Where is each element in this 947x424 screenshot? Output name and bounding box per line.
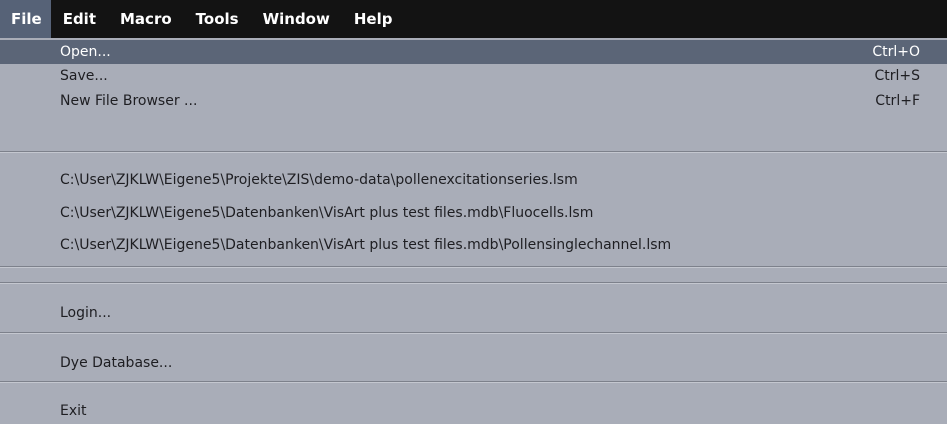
new-file-browser-shortcut: Ctrl+F [875, 93, 920, 109]
save-label: Save... [60, 68, 108, 84]
recent-file-3-label: C:\User\ZJKLW\Eigene5\Datenbanken\VisArt… [60, 237, 672, 253]
menu-separator [0, 266, 947, 268]
recent-file-2-label: C:\User\ZJKLW\Eigene5\Datenbanken\VisArt… [60, 205, 594, 221]
save-shortcut: Ctrl+S [874, 68, 920, 84]
menu-item-dye-database[interactable]: Dye Database... [0, 350, 947, 376]
menu-edit[interactable]: Edit [51, 0, 108, 38]
menu-item-exit[interactable]: Exit [0, 398, 947, 420]
menu-item-recent-file-1[interactable]: C:\User\ZJKLW\Eigene5\Projekte\ZIS\demo-… [0, 168, 947, 192]
menu-item-save[interactable]: Save... Ctrl+S [0, 64, 947, 88]
menu-item-login[interactable]: Login... [0, 300, 947, 326]
open-shortcut: Ctrl+O [872, 44, 920, 60]
dye-database-label: Dye Database... [60, 355, 173, 371]
menu-separator [0, 381, 947, 383]
menu-help[interactable]: Help [342, 0, 405, 38]
menu-separator [0, 332, 947, 334]
menu-item-recent-file-2[interactable]: C:\User\ZJKLW\Eigene5\Datenbanken\VisArt… [0, 201, 947, 225]
login-label: Login... [60, 305, 112, 321]
exit-label: Exit [60, 403, 87, 419]
menu-file[interactable]: File [0, 0, 51, 38]
recent-file-1-label: C:\User\ZJKLW\Eigene5\Projekte\ZIS\demo-… [60, 172, 578, 188]
menu-item-recent-file-3[interactable]: C:\User\ZJKLW\Eigene5\Datenbanken\VisArt… [0, 233, 947, 257]
menu-item-new-file-browser[interactable]: New File Browser ... Ctrl+F [0, 88, 947, 114]
new-file-browser-label: New File Browser ... [60, 93, 198, 109]
menu-separator [0, 282, 947, 284]
menu-window[interactable]: Window [251, 0, 342, 38]
menu-macro[interactable]: Macro [108, 0, 184, 38]
menu-tools[interactable]: Tools [184, 0, 251, 38]
menu-separator [0, 151, 947, 153]
open-label: Open... [60, 44, 111, 60]
menu-item-open[interactable]: Open... Ctrl+O [0, 40, 947, 64]
file-menu-dropdown: Open... Ctrl+O Save... Ctrl+S New File B… [0, 38, 947, 420]
menu-bar: File Edit Macro Tools Window Help [0, 0, 947, 38]
